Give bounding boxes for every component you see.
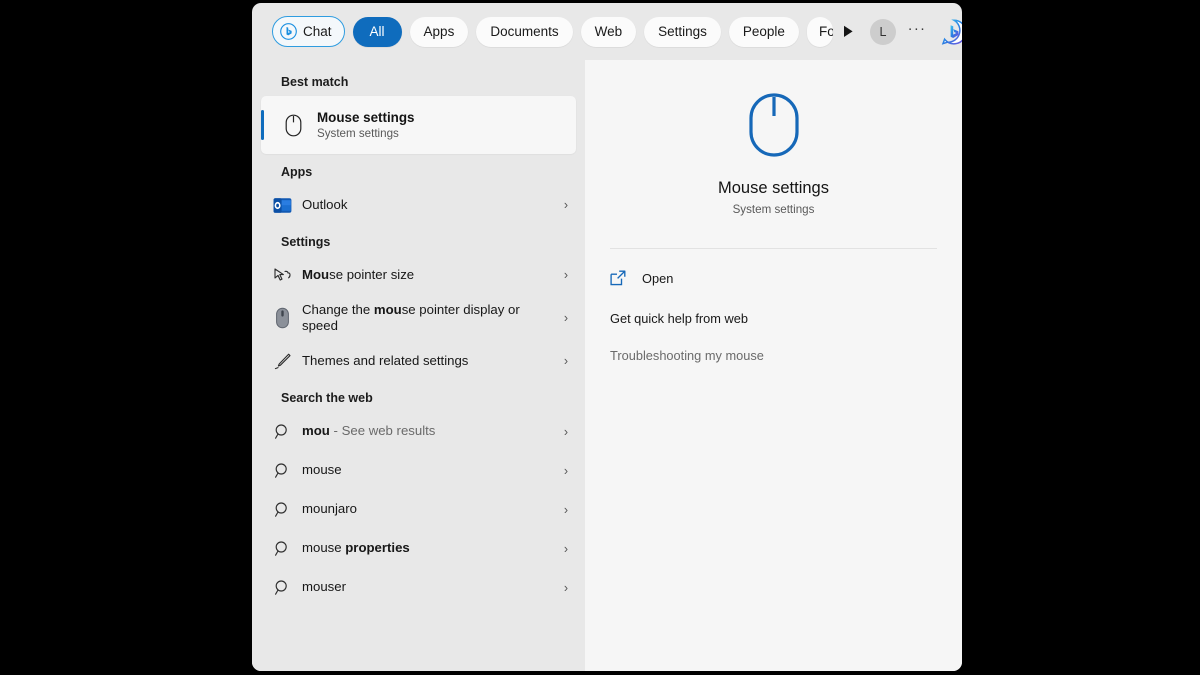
preview-subtitle: System settings: [732, 203, 815, 216]
query-highlight: mou: [373, 301, 402, 317]
chevron-right-icon[interactable]: ›: [554, 464, 568, 478]
list-item-label: Mouse pointer size: [302, 267, 554, 284]
tab-settings-label: Settings: [658, 24, 707, 39]
section-header-settings: Settings: [281, 235, 331, 249]
tab-web[interactable]: Web: [580, 16, 637, 47]
label-rest-bold: properties: [345, 540, 410, 556]
tab-chat[interactable]: Chat: [272, 16, 345, 47]
tab-all-label: All: [369, 24, 385, 39]
section-header-search-the-web: Search the web: [281, 391, 373, 405]
best-match-title: Mouse settings: [317, 110, 415, 125]
bing-logo-icon: [280, 23, 297, 40]
web-suggestion-mouse-properties[interactable]: mouse properties ›: [261, 529, 576, 568]
more-options-label: ···: [907, 20, 927, 37]
tab-apps[interactable]: Apps: [409, 16, 469, 47]
web-suggestion-mounjaro[interactable]: mounjaro ›: [261, 490, 576, 529]
mouse-outline-icon: [748, 92, 800, 163]
list-item-label: Themes and related settings: [302, 352, 469, 368]
avatar-initial: L: [879, 24, 887, 39]
list-item-label: Change the mouse pointer display or spee…: [302, 302, 554, 335]
external-link-icon: [610, 270, 628, 286]
best-match-item[interactable]: Mouse settings System settings: [261, 96, 576, 154]
tab-all[interactable]: All: [352, 16, 402, 47]
tab-people[interactable]: People: [728, 16, 799, 47]
tab-people-label: People: [742, 24, 785, 39]
preview-icon-wrap: [610, 60, 937, 163]
paintbrush-icon: [271, 350, 293, 372]
chevron-right-icon[interactable]: ›: [554, 581, 568, 595]
search-icon: [271, 460, 293, 482]
best-match-text: Mouse settings System settings: [317, 110, 414, 140]
query-highlight: Mou: [302, 266, 330, 282]
label-rest: se pointer size: [329, 266, 415, 282]
chevron-right-icon[interactable]: ›: [554, 425, 568, 439]
outlook-icon: [271, 194, 293, 216]
chevron-right-icon[interactable]: ›: [554, 268, 568, 282]
results-list-pane[interactable]: Best match Mouse settings System setting…: [252, 60, 585, 671]
label-pre: Change the: [302, 301, 374, 317]
list-item-label: mouse: [302, 462, 342, 478]
list-item-change-mouse-pointer[interactable]: Change the mouse pointer display or spee…: [261, 294, 576, 342]
preview-divider: [610, 248, 937, 249]
open-action[interactable]: Open: [610, 267, 937, 289]
pointer-hand-icon: [271, 264, 293, 286]
play-arrow-icon[interactable]: [843, 19, 854, 45]
list-item-themes-and-related-settings[interactable]: Themes and related settings ›: [261, 342, 576, 380]
selection-accent-bar: [261, 110, 264, 140]
list-item-outlook[interactable]: Outlook ›: [261, 186, 576, 224]
web-suggestion-mouse[interactable]: mouse ›: [261, 451, 576, 490]
tab-folders-label: Folders: [818, 24, 833, 39]
web-suggestion-mou[interactable]: mou - See web results ›: [261, 412, 576, 451]
bing-chat-button[interactable]: [940, 18, 962, 46]
search-icon: [271, 538, 293, 560]
chevron-right-icon[interactable]: ›: [554, 542, 568, 556]
preview-title: Mouse settings: [718, 179, 829, 197]
label-rest: - See web results: [329, 423, 436, 439]
tab-documents-label: Documents: [490, 24, 559, 39]
web-suggestion-mouser[interactable]: mouser ›: [261, 568, 576, 607]
search-filter-tabbar: Chat All Apps Documents Web Settings Peo…: [252, 3, 962, 60]
query-highlight: mou: [302, 423, 330, 439]
list-item-mouse-pointer-size[interactable]: Mouse pointer size ›: [261, 256, 576, 294]
more-options-button[interactable]: ···: [904, 19, 930, 45]
avatar[interactable]: L: [869, 18, 896, 45]
chevron-right-icon[interactable]: ›: [554, 311, 568, 325]
preview-pane: Mouse settings System settings Open Get …: [585, 60, 962, 671]
mouse-icon: [281, 114, 305, 137]
list-item-label: mouser: [302, 579, 346, 595]
open-label: Open: [642, 270, 674, 286]
chevron-right-icon[interactable]: ›: [554, 198, 568, 212]
tab-settings[interactable]: Settings: [644, 16, 721, 47]
label-rest: mouse: [302, 540, 346, 556]
troubleshooting-link[interactable]: Troubleshooting my mouse: [610, 348, 937, 363]
tab-apps-label: Apps: [423, 24, 455, 39]
search-icon: [271, 421, 293, 443]
preview-content: Mouse settings System settings Open Get …: [585, 60, 962, 363]
windows-search-window: Chat All Apps Documents Web Settings Peo…: [252, 3, 962, 671]
tab-folders[interactable]: Folders: [806, 16, 833, 47]
section-header-best-match: Best match: [281, 75, 349, 89]
chevron-right-icon[interactable]: ›: [554, 503, 568, 517]
search-icon: [271, 499, 293, 521]
mouse-gray-icon: [271, 307, 293, 329]
quick-help-link[interactable]: Get quick help from web: [610, 311, 937, 326]
list-item-label: mounjaro: [302, 501, 357, 517]
screen: Chat All Apps Documents Web Settings Peo…: [0, 0, 1200, 675]
tab-documents[interactable]: Documents: [476, 16, 573, 47]
list-item-label: mou - See web results: [302, 423, 554, 440]
best-match-subtitle: System settings: [317, 127, 399, 140]
search-icon: [271, 577, 293, 599]
section-header-apps: Apps: [281, 165, 313, 179]
list-item-label: mouse properties: [302, 540, 554, 557]
search-results-body: Best match Mouse settings System setting…: [252, 60, 962, 671]
tab-web-label: Web: [594, 24, 623, 39]
list-item-label: Outlook: [302, 196, 348, 212]
chevron-right-icon[interactable]: ›: [554, 354, 568, 368]
tab-chat-label: Chat: [303, 24, 332, 39]
